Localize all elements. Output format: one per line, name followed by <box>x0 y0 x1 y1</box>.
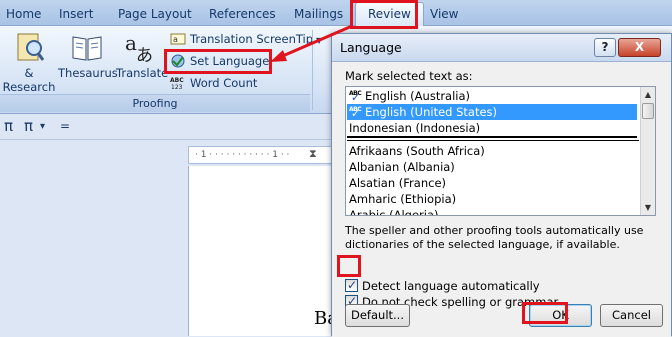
description-text: The speller and other proofing tools aut… <box>345 224 644 251</box>
scroll-thumb[interactable] <box>642 103 654 119</box>
list-item-alsatian[interactable]: Alsatian (France) <box>347 175 637 191</box>
default-button[interactable]: Default... <box>345 304 410 327</box>
svg-text:a: a <box>173 35 178 44</box>
tab-page-layout[interactable]: Page Layout <box>118 4 192 26</box>
equation-toolbar: π π ▾ = <box>0 114 340 140</box>
spellcheck-icon <box>349 87 363 106</box>
svg-text:123: 123 <box>171 84 183 90</box>
list-item-amharic[interactable]: Amharic (Ethiopia) <box>347 191 637 207</box>
thesaurus-button[interactable]: Thesaurus <box>58 30 118 86</box>
horizontal-ruler[interactable]: · 1 · · · · · · · · · · · 1 · · ⧗ <box>188 146 338 164</box>
screentip-icon: a <box>170 32 186 46</box>
close-button[interactable]: X <box>618 38 661 57</box>
list-item-label: Amharic (Ethiopia) <box>349 192 457 206</box>
ruler-ticks: · 1 · · · · · · · · · · · 1 · · <box>195 150 290 160</box>
list-item-label: Indonesian (Indonesia) <box>349 121 481 135</box>
list-item-arabic-algeria[interactable]: Arabic (Algeria) <box>347 207 637 216</box>
pi-button[interactable]: π <box>4 117 13 135</box>
tab-insert[interactable]: Insert <box>59 4 93 26</box>
list-item-english-australia[interactable]: English (Australia) <box>347 87 637 106</box>
list-item-albanian[interactable]: Albanian (Albania) <box>347 159 637 175</box>
list-item-label: Albanian (Albania) <box>349 160 455 174</box>
list-item-label: Arabic (Algeria) <box>349 208 439 216</box>
dialog-title-bar: Language ? X <box>332 34 671 62</box>
list-item-label: English (Australia) <box>365 89 471 103</box>
thesaurus-label: Thesaurus <box>58 66 118 80</box>
language-listbox[interactable]: English (Australia) English (United Stat… <box>345 86 656 216</box>
research-label: & Research <box>2 66 56 94</box>
tab-review[interactable]: Review <box>355 2 424 26</box>
list-label: Mark selected text as: <box>345 69 473 83</box>
list-item-indonesian[interactable]: Indonesian (Indonesia) <box>347 120 637 138</box>
proofing-group-label: Proofing <box>0 94 310 112</box>
research-button[interactable]: & Research <box>0 30 58 94</box>
cancel-button[interactable]: Cancel <box>600 304 663 327</box>
pi-dropdown-button[interactable]: π <box>24 117 33 135</box>
translate-icon: a あ <box>123 30 157 66</box>
word-count-button[interactable]: ABC 123 Word Count <box>170 73 257 93</box>
list-item-afrikaans[interactable]: Afrikaans (South Africa) <box>347 143 637 159</box>
translate-button[interactable]: a あ Translate <box>116 30 168 86</box>
translation-screentip-button[interactable]: a Translation ScreenTip ▼ <box>170 29 322 49</box>
word-count-label: Word Count <box>190 76 258 90</box>
toolbar-customize-icon[interactable]: = <box>60 119 70 133</box>
ok-button[interactable]: OK <box>529 304 592 327</box>
svg-text:ABC: ABC <box>170 77 184 84</box>
chevron-down-icon[interactable]: ▾ <box>40 121 45 132</box>
dialog-title: Language <box>340 40 402 55</box>
group-separator <box>312 30 313 110</box>
translation-screentip-label: Translation ScreenTip <box>190 32 314 46</box>
detect-language-checkbox[interactable] <box>345 277 358 293</box>
detect-language-checkbox-row[interactable]: Detect language automatically <box>345 277 540 295</box>
tab-view[interactable]: View <box>430 4 458 26</box>
list-item-label: Alsatian (France) <box>349 176 447 190</box>
detect-language-label: Detect language automatically <box>362 279 540 293</box>
list-divider <box>347 140 639 141</box>
list-item-english-united-states[interactable]: English (United States) <box>347 102 637 122</box>
tab-mailings[interactable]: Mailings <box>294 4 343 26</box>
list-item-label: Afrikaans (South Africa) <box>349 144 485 158</box>
set-language-label: Set Language <box>190 54 270 68</box>
scroll-down-icon[interactable]: ▼ <box>641 200 655 215</box>
svg-text:あ: あ <box>136 46 153 64</box>
tab-references[interactable]: References <box>209 4 276 26</box>
spellcheck-icon <box>349 102 363 122</box>
book-icon <box>70 30 104 64</box>
set-language-button[interactable]: Set Language <box>170 51 269 71</box>
translate-label: Translate <box>116 66 169 80</box>
dropdown-arrow-icon: ▼ <box>316 36 323 45</box>
language-dialog: Language ? X Mark selected text as: Engl… <box>331 33 672 337</box>
word-count-icon: ABC 123 <box>170 76 186 91</box>
help-button[interactable]: ? <box>594 38 616 57</box>
globe-check-icon <box>170 54 186 68</box>
indent-marker-icon[interactable]: ⧗ <box>309 146 317 162</box>
tab-home[interactable]: Home <box>6 4 41 26</box>
scroll-up-icon[interactable]: ▲ <box>641 87 655 102</box>
research-icon <box>12 30 46 64</box>
dialog-body: Mark selected text as: English (Australi… <box>332 62 671 337</box>
ribbon-tab-bar: Home Insert Page Layout References Maili… <box>0 0 672 26</box>
list-item-label: English (United States) <box>365 105 498 119</box>
list-scrollbar[interactable]: ▲ ▼ <box>640 87 655 215</box>
